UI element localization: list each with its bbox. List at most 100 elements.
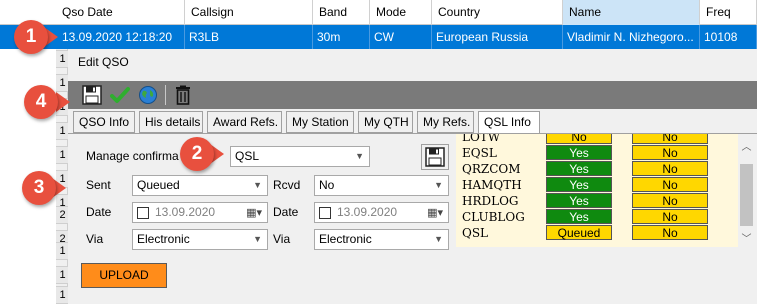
status-sent-value: Yes <box>546 145 612 160</box>
status-rcvd-value: No <box>632 161 708 176</box>
status-service-name: CLUBLOG <box>462 210 525 224</box>
panel-title: Edit QSO <box>78 55 129 69</box>
callout-4-pointer <box>56 92 70 112</box>
status-service-name: HAMQTH <box>462 178 522 192</box>
rcvd-date-label: Date <box>273 205 299 219</box>
status-list-scrollbar[interactable]: ︿ ﹀ <box>738 134 755 247</box>
sent-date-label: Date <box>86 205 112 219</box>
globe-icon[interactable] <box>136 83 160 107</box>
tab-my-qth[interactable]: My QTH <box>358 111 413 133</box>
rcvd-date-picker[interactable]: 13.09.2020 ▦▾ <box>314 202 449 223</box>
rcvd-status-value: No <box>319 178 335 192</box>
edit-qso-panel: Edit QSO QSO Info His details Award Refs… <box>68 49 757 304</box>
selected-qso-row[interactable]: 13.09.2020 12:18:20 R3LB 30m CW European… <box>0 25 757 49</box>
sent-via-select[interactable]: Electronic ▼ <box>132 229 268 250</box>
status-rcvd-value: No <box>632 134 708 144</box>
status-sent-value: Yes <box>546 193 612 208</box>
callout-badge-3: 3 <box>22 171 56 205</box>
trash-icon[interactable] <box>171 83 195 107</box>
save-qsl-button[interactable] <box>421 144 449 170</box>
tab-award-refs[interactable]: Award Refs. <box>207 111 282 133</box>
sent-via-label: Via <box>86 232 104 246</box>
tab-qsl-info[interactable]: QSL Info <box>478 111 540 135</box>
column-header-band[interactable]: Band <box>313 0 370 25</box>
sent-date-picker[interactable]: 13.09.2020 ▦▾ <box>132 202 268 223</box>
qsl-info-tab-body: Manage confirma QSL ▼ Sent Queued ▼ Rcvd… <box>68 133 757 304</box>
row-band: 30m <box>313 25 370 49</box>
chevron-down-icon: ▼ <box>434 234 443 244</box>
tab-my-refs[interactable]: My Refs. <box>417 111 474 133</box>
status-row-hamqth[interactable]: HAMQTH Yes No <box>456 177 738 193</box>
confirmation-status-list: LOTW No No EQSL Yes No QRZCOM Yes No HAM… <box>456 134 738 247</box>
sent-status-value: Queued <box>137 178 180 192</box>
scrollbar-thumb[interactable] <box>740 164 753 226</box>
chevron-down-icon: ▼ <box>434 180 443 190</box>
status-rcvd-value: No <box>632 145 708 160</box>
rcvd-via-select[interactable]: Electronic ▼ <box>314 229 449 250</box>
sent-label: Sent <box>86 178 111 192</box>
chevron-down-icon: ▼ <box>355 151 364 161</box>
rcvd-date-checkbox[interactable] <box>319 207 331 219</box>
manage-confirmation-value: QSL <box>235 149 260 163</box>
callout-badge-4: 4 <box>24 85 58 119</box>
status-row-eqsl[interactable]: EQSL Yes No <box>456 145 738 161</box>
calendar-icon[interactable]: ▦▾ <box>246 204 262 223</box>
row-qso-date: 13.09.2020 12:18:20 <box>58 25 185 49</box>
scroll-down-icon[interactable]: ﹀ <box>738 230 755 245</box>
tab-his-details[interactable]: His details <box>139 111 203 133</box>
column-header-mode[interactable]: Mode <box>370 0 432 25</box>
rcvd-via-label: Via <box>273 232 291 246</box>
edit-toolbar <box>68 81 757 109</box>
rcvd-via-value: Electronic <box>319 232 372 246</box>
scroll-up-icon[interactable]: ︿ <box>738 138 755 153</box>
manage-confirmation-label: Manage confirma <box>86 149 179 163</box>
status-sent-value: Yes <box>546 177 612 192</box>
status-sent-value: Queued <box>546 225 612 240</box>
column-header-freq[interactable]: Freq <box>700 0 757 25</box>
status-service-name: QRZCOM <box>462 162 521 176</box>
rcvd-date-value: 13.09.2020 <box>337 205 398 219</box>
status-rcvd-value: No <box>632 209 708 224</box>
tab-qso-info[interactable]: QSO Info <box>73 111 135 133</box>
chevron-down-icon: ▼ <box>253 234 262 244</box>
column-header-country[interactable]: Country <box>432 0 563 25</box>
tab-my-station[interactable]: My Station <box>286 111 354 133</box>
status-sent-value: Yes <box>546 161 612 176</box>
status-rcvd-value: No <box>632 193 708 208</box>
status-rcvd-value: No <box>632 177 708 192</box>
rcvd-label: Rcvd <box>273 178 301 192</box>
status-row-lotw[interactable]: LOTW No No <box>456 134 738 145</box>
status-row-qsl[interactable]: QSL Queued No <box>456 225 738 241</box>
chevron-down-icon: ▼ <box>253 180 262 190</box>
save-icon <box>425 147 445 167</box>
status-row-hrdlog[interactable]: HRDLOG Yes No <box>456 193 738 209</box>
row-mode: CW <box>370 25 432 49</box>
column-header-name[interactable]: Name <box>563 0 700 25</box>
sent-via-value: Electronic <box>137 232 190 246</box>
row-callsign: R3LB <box>185 25 313 49</box>
callout-badge-1: 1 <box>14 20 48 54</box>
sent-date-checkbox[interactable] <box>137 207 149 219</box>
qso-grid-header: Qso Date Callsign Band Mode Country Name… <box>0 0 757 25</box>
status-sent-value: Yes <box>546 209 612 224</box>
status-service-name: QSL <box>462 226 489 240</box>
rcvd-status-select[interactable]: No ▼ <box>314 175 449 196</box>
status-rcvd-value: No <box>632 225 708 240</box>
status-row-qrzcom[interactable]: QRZCOM Yes No <box>456 161 738 177</box>
row-country: European Russia <box>432 25 563 49</box>
status-row-clublog[interactable]: CLUBLOG Yes No <box>456 209 738 225</box>
sent-status-select[interactable]: Queued ▼ <box>132 175 268 196</box>
row-name: Vladimir N. Nizhegoro... <box>563 25 700 49</box>
column-header-qso-date[interactable]: Qso Date <box>56 0 185 25</box>
status-service-name: EQSL <box>462 146 497 160</box>
row-freq: 10108 <box>700 25 757 49</box>
save-icon[interactable] <box>80 83 104 107</box>
upload-button[interactable]: UPLOAD <box>81 263 167 288</box>
column-header-callsign[interactable]: Callsign <box>185 0 313 25</box>
checkmark-icon[interactable] <box>108 83 132 107</box>
status-service-name: LOTW <box>462 134 501 144</box>
status-sent-value: No <box>546 134 612 144</box>
manage-confirmation-select[interactable]: QSL ▼ <box>230 146 370 167</box>
toolbar-separator <box>165 85 166 105</box>
calendar-icon[interactable]: ▦▾ <box>427 204 443 223</box>
